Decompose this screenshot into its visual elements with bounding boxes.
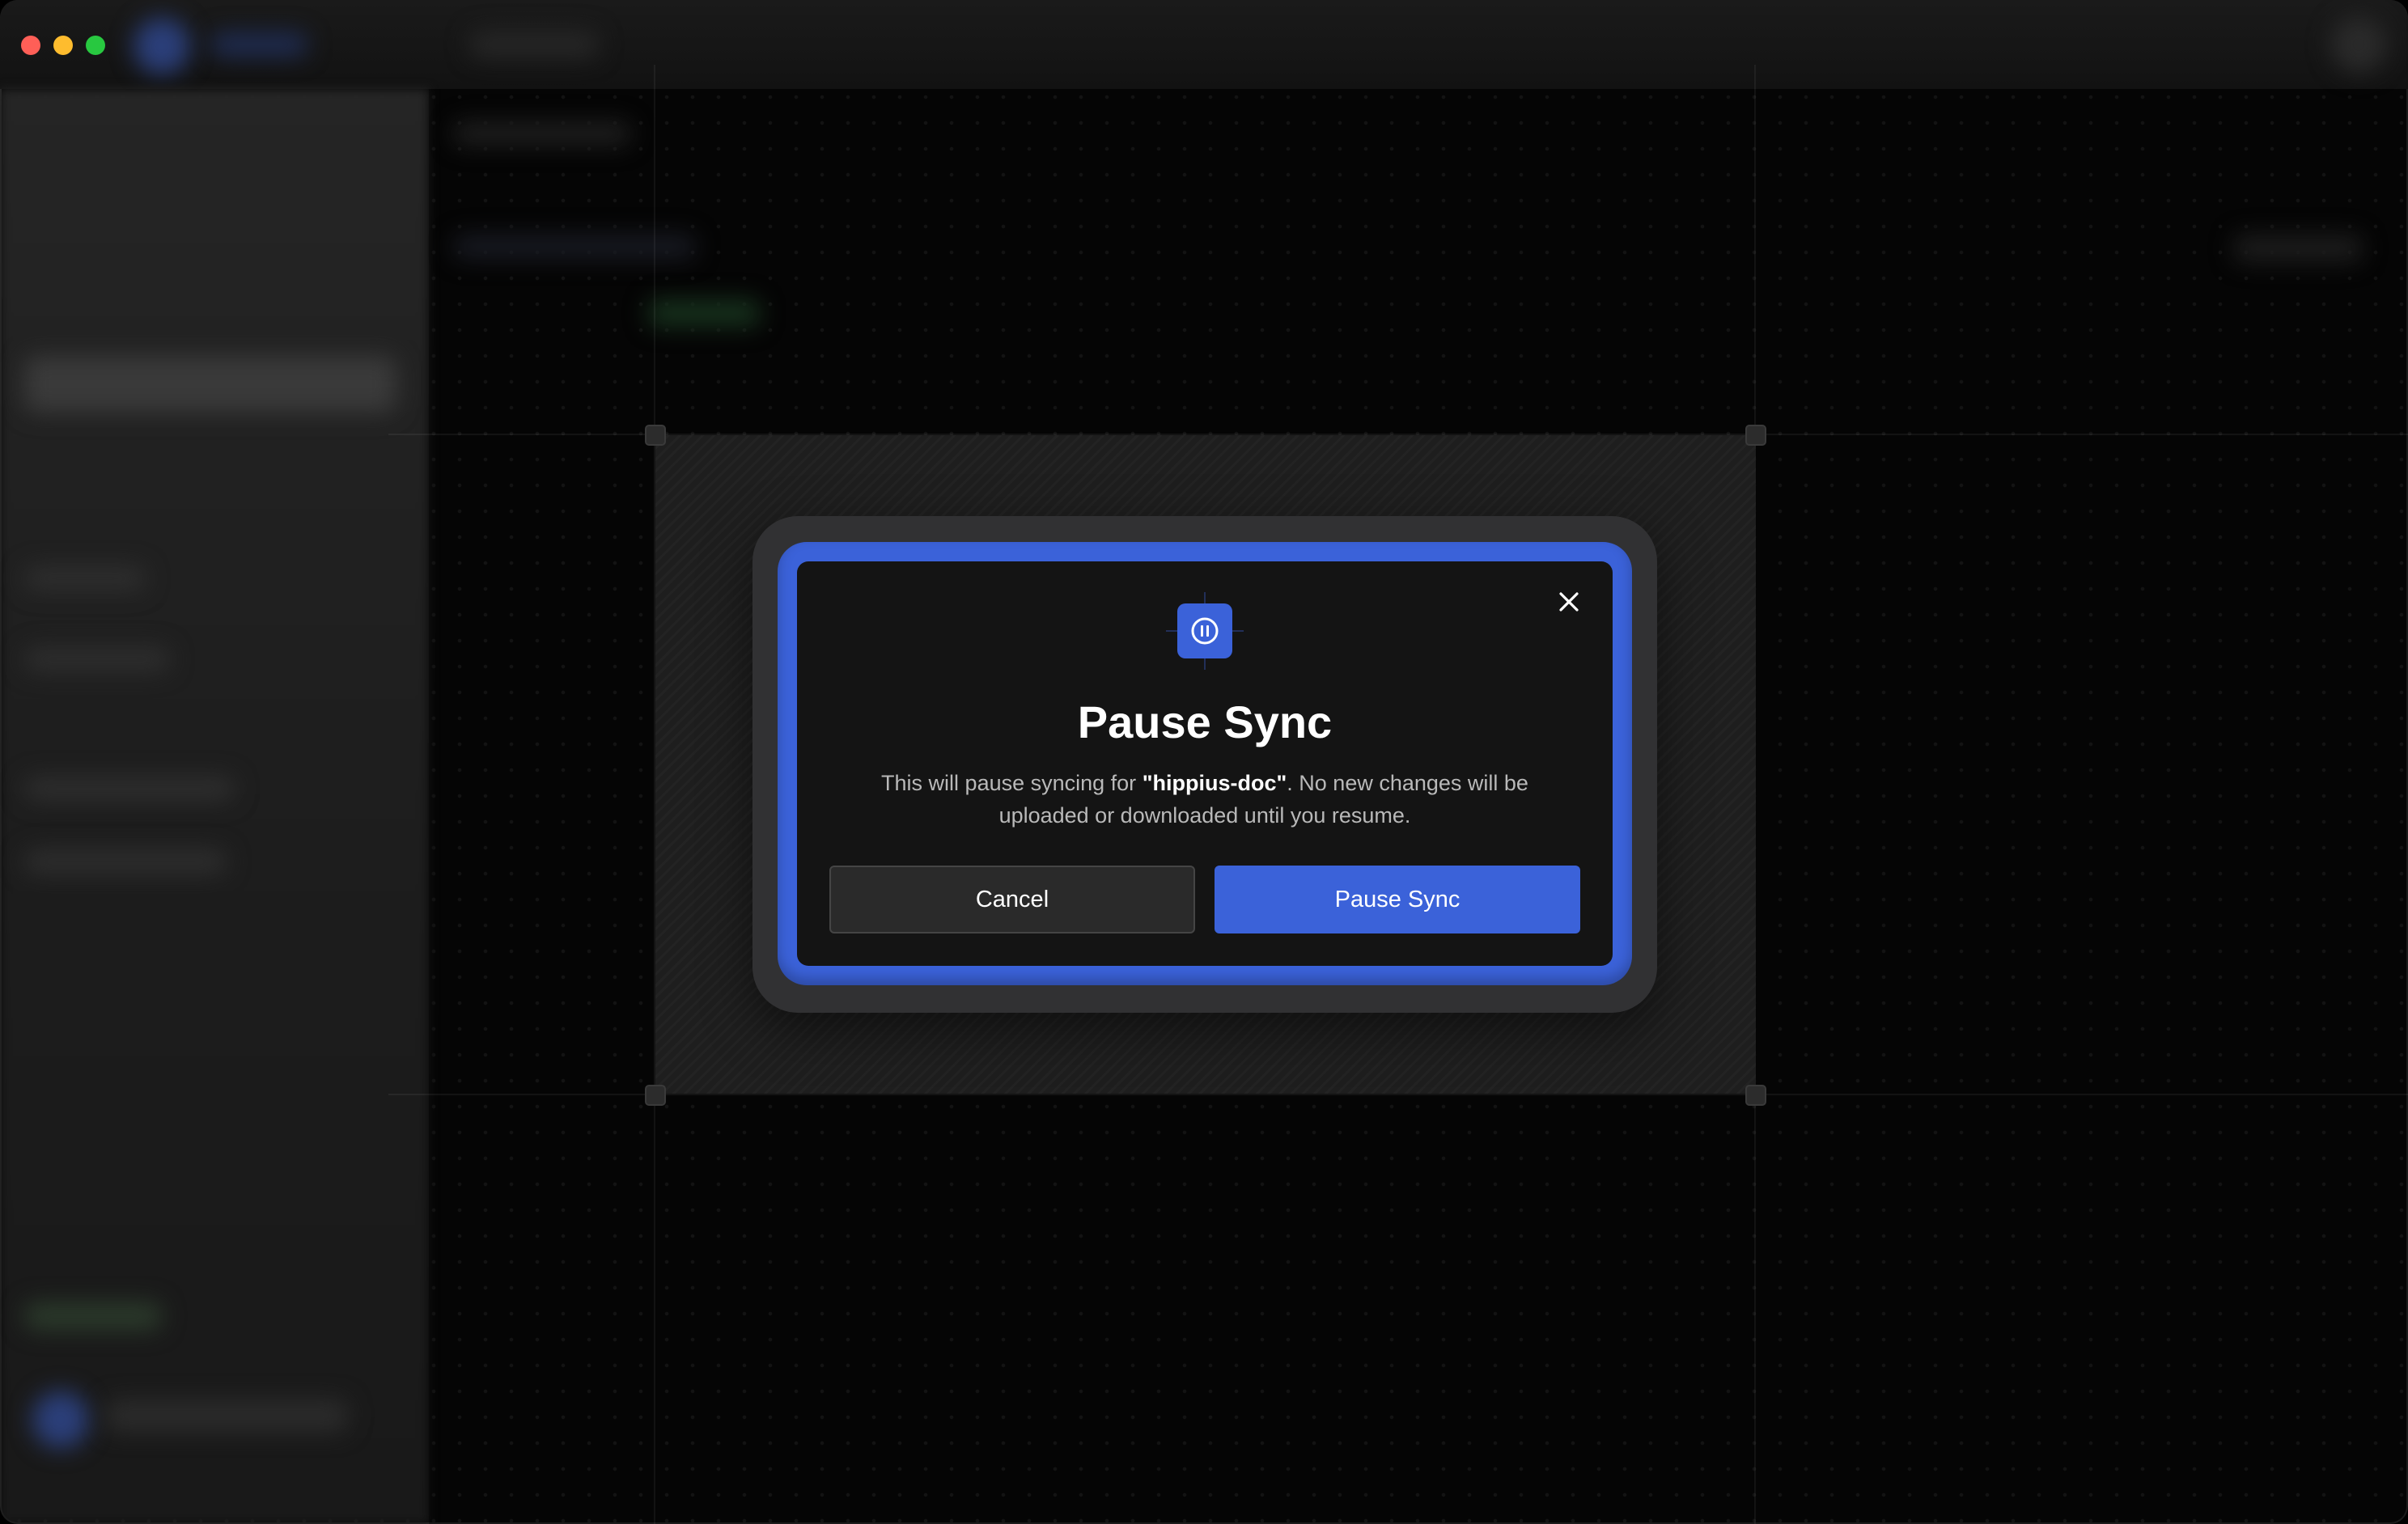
user-avatar-blurred: [32, 1391, 89, 1448]
minimize-window-button[interactable]: [53, 36, 73, 55]
corner-handle: [645, 1085, 666, 1106]
storage-status-blurred: [24, 1302, 162, 1330]
pause-sync-dialog: Pause Sync This will pause syncing for "…: [797, 561, 1613, 966]
app-logo-blurred: [134, 18, 190, 74]
guide-line: [388, 1094, 2408, 1095]
dialog-description: This will pause syncing for "hippius-doc…: [846, 767, 1564, 832]
cancel-button[interactable]: Cancel: [829, 866, 1195, 933]
sidebar-item-blurred: [24, 849, 227, 874]
folder-name: "hippius-doc": [1142, 771, 1287, 795]
account-avatar-blurred: [2330, 16, 2387, 73]
breadcrumb-blurred: [453, 121, 631, 146]
pause-sync-button[interactable]: Pause Sync: [1215, 866, 1580, 933]
close-icon: [1559, 592, 1579, 612]
dialog-title: Pause Sync: [1077, 696, 1333, 747]
sync-status-blurred: [647, 299, 761, 327]
corner-handle: [1745, 425, 1766, 446]
title-bar: [0, 0, 2408, 89]
description-prefix: This will pause syncing for: [881, 771, 1143, 795]
close-window-button[interactable]: [21, 36, 40, 55]
pause-icon: [1191, 617, 1219, 645]
corner-handle: [645, 425, 666, 446]
header-action-blurred: [2233, 235, 2363, 262]
app-name-blurred: [210, 32, 307, 57]
folder-row-blurred: [453, 235, 696, 259]
sidebar-item-blurred: [24, 566, 146, 591]
sidebar-item-blurred: [24, 647, 170, 671]
user-name-blurred: [105, 1399, 348, 1432]
sidebar-item-blurred: [24, 777, 235, 801]
zoom-window-button[interactable]: [86, 36, 105, 55]
dialog-icon-badge: [1166, 592, 1244, 670]
corner-handle: [1745, 1085, 1766, 1106]
sidebar-active-item-blurred: [24, 356, 396, 413]
close-dialog-button[interactable]: [1550, 582, 1588, 621]
toolbar-blurred: [469, 31, 599, 58]
app-window: Pause Sync This will pause syncing for "…: [0, 0, 2408, 1524]
